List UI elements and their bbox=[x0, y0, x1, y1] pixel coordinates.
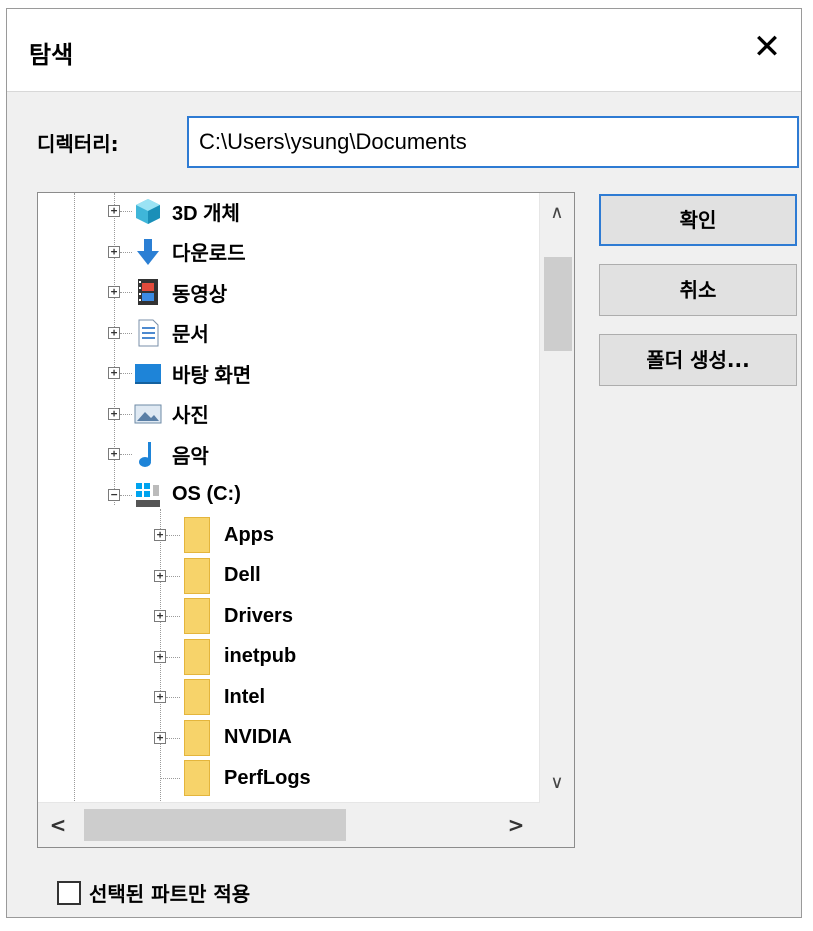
tree-expander[interactable]: + bbox=[154, 650, 166, 663]
selected-parts-only-label: 선택된 파트만 적용 bbox=[89, 882, 251, 906]
tree-node-folder[interactable]: NVIDIA bbox=[184, 719, 292, 756]
tree-branch-line bbox=[120, 373, 132, 374]
scroll-left-arrow[interactable]: < bbox=[38, 803, 78, 847]
tree-node-label: 바탕 화면 bbox=[172, 364, 252, 387]
tree-node-videos[interactable]: 동영상 bbox=[134, 275, 227, 309]
folder-icon bbox=[184, 557, 210, 594]
tree-node-folder[interactable]: PerfLogs bbox=[184, 760, 311, 796]
folder-icon bbox=[184, 517, 210, 553]
tree-expander[interactable]: + bbox=[154, 610, 166, 622]
ok-button[interactable]: 확인 bbox=[599, 194, 797, 246]
directory-input[interactable] bbox=[187, 116, 799, 168]
vertical-scroll-thumb[interactable] bbox=[544, 257, 572, 351]
selected-parts-only-option[interactable]: 선택된 파트만 적용 bbox=[57, 878, 250, 907]
music-icon bbox=[134, 440, 162, 468]
tree-node-label: 문서 bbox=[172, 324, 209, 346]
tree-branch-line bbox=[166, 656, 180, 658]
tree-branch-line bbox=[120, 413, 132, 415]
tree-expander[interactable]: + bbox=[108, 205, 120, 217]
close-button[interactable]: ✕ bbox=[745, 25, 789, 69]
dialog-title: 탐색 bbox=[29, 41, 74, 69]
tree-node-label: 사진 bbox=[172, 405, 209, 427]
tree-node-label: 다운로드 bbox=[172, 243, 246, 265]
drive-icon bbox=[134, 481, 162, 509]
tree-node-label: 동영상 bbox=[172, 283, 228, 306]
tree-node-label: PerfLogs bbox=[224, 766, 311, 789]
tree-branch-line bbox=[166, 616, 180, 617]
tree-node-label: Drivers bbox=[224, 604, 293, 627]
folder-icon bbox=[184, 719, 210, 756]
tree-node-label: OS (C:) bbox=[172, 483, 241, 505]
tree-guide-line bbox=[74, 193, 75, 803]
downloads-icon bbox=[134, 238, 162, 266]
tree-node-3d-objects[interactable]: 3D 개체 bbox=[134, 194, 240, 228]
desktop-icon bbox=[134, 359, 162, 387]
horizontal-scroll-thumb[interactable] bbox=[84, 809, 346, 841]
tree-expander[interactable]: + bbox=[108, 448, 120, 460]
tree-node-drive[interactable]: OS (C:) bbox=[134, 478, 241, 512]
new-folder-button[interactable]: 폴더 생성... bbox=[599, 334, 797, 386]
tree-expander[interactable]: + bbox=[108, 286, 120, 298]
tree-branch-line bbox=[120, 251, 132, 253]
folder-tree-panel: +3D 개체 + 다운로드 + 동영상 + 문서 + 바탕 화면 + 사진 + 음악 − OS (C:) + A… bbox=[37, 192, 575, 848]
tree-node-label: Intel bbox=[224, 685, 266, 708]
tree-branch-line bbox=[120, 211, 132, 212]
tree-node-music[interactable]: 음악 bbox=[134, 437, 209, 471]
selected-parts-only-checkbox[interactable] bbox=[57, 880, 81, 905]
tree-node-folder[interactable]: Apps bbox=[184, 517, 274, 553]
folder-icon bbox=[184, 598, 210, 634]
tree-node-label: inetpub bbox=[224, 645, 297, 667]
tree-expander[interactable]: + bbox=[108, 407, 120, 420]
title-bar: 탐색 ✕ bbox=[7, 9, 801, 89]
directory-label: 디렉터리: bbox=[37, 132, 119, 156]
scroll-up-arrow[interactable]: ∧ bbox=[540, 193, 574, 233]
folder-tree[interactable]: +3D 개체 + 다운로드 + 동영상 + 문서 + 바탕 화면 + 사진 + 음악 − OS (C:) + A… bbox=[38, 193, 538, 803]
tree-expander[interactable]: + bbox=[154, 731, 166, 744]
tree-node-folder[interactable]: Intel bbox=[184, 679, 266, 715]
tree-node-folder[interactable]: Dell bbox=[184, 557, 261, 594]
tree-branch-line bbox=[120, 494, 132, 496]
browse-dialog: 탐색 ✕ 디렉터리: +3D 개체 + 다운로드 + 동영상 + 문서 + 바탕 화면 + 사진 + 음… bbox=[6, 8, 802, 918]
tree-expander[interactable]: + bbox=[108, 245, 120, 258]
scroll-right-arrow[interactable]: > bbox=[496, 803, 536, 847]
tree-branch-line bbox=[160, 778, 180, 779]
tree-node-folder[interactable]: Drivers bbox=[184, 598, 293, 634]
tree-node-desktop[interactable]: 바탕 화면 bbox=[134, 356, 251, 390]
tree-node-documents[interactable]: 문서 bbox=[134, 316, 209, 350]
tree-node-pictures[interactable]: 사진 bbox=[134, 397, 209, 431]
tree-node-label: NVIDIA bbox=[224, 726, 292, 748]
tree-branch-line bbox=[120, 292, 132, 293]
tree-expander[interactable]: + bbox=[154, 691, 166, 703]
tree-node-folder[interactable]: inetpub bbox=[184, 638, 297, 675]
tree-expander[interactable]: − bbox=[108, 488, 120, 501]
folder-icon bbox=[184, 679, 210, 715]
cancel-button[interactable]: 취소 bbox=[599, 264, 797, 316]
tree-node-label: Dell bbox=[224, 564, 261, 586]
tree-node-downloads[interactable]: 다운로드 bbox=[134, 235, 246, 269]
vertical-scrollbar[interactable]: ∧ ∨ bbox=[539, 193, 574, 803]
tree-branch-line bbox=[166, 697, 180, 698]
folder-icon bbox=[184, 638, 210, 675]
horizontal-scrollbar[interactable]: < > bbox=[38, 802, 540, 847]
tree-expander[interactable]: + bbox=[154, 529, 166, 541]
folder-icon bbox=[184, 760, 210, 796]
tree-node-label: 음악 bbox=[172, 445, 209, 468]
scrollbar-corner bbox=[540, 803, 574, 847]
tree-branch-line bbox=[166, 535, 180, 536]
tree-branch-line bbox=[120, 454, 132, 455]
tree-branch-line bbox=[120, 332, 132, 334]
tree-branch-line bbox=[166, 575, 180, 577]
tree-expander[interactable]: + bbox=[108, 326, 120, 339]
tree-branch-line bbox=[166, 737, 180, 739]
pictures-icon bbox=[134, 400, 162, 428]
videos-icon bbox=[134, 278, 162, 306]
scroll-down-arrow[interactable]: ∨ bbox=[540, 763, 574, 803]
3d-objects-icon bbox=[134, 197, 162, 225]
tree-node-label: 3D 개체 bbox=[172, 202, 240, 225]
tree-node-label: Apps bbox=[224, 523, 274, 546]
tree-expander[interactable]: + bbox=[108, 367, 120, 379]
documents-icon bbox=[134, 319, 162, 347]
dialog-body: 디렉터리: +3D 개체 + 다운로드 + 동영상 + 문서 + 바탕 화면 + 사진 + 음악 − OS … bbox=[7, 91, 801, 917]
tree-expander[interactable]: + bbox=[154, 569, 166, 582]
